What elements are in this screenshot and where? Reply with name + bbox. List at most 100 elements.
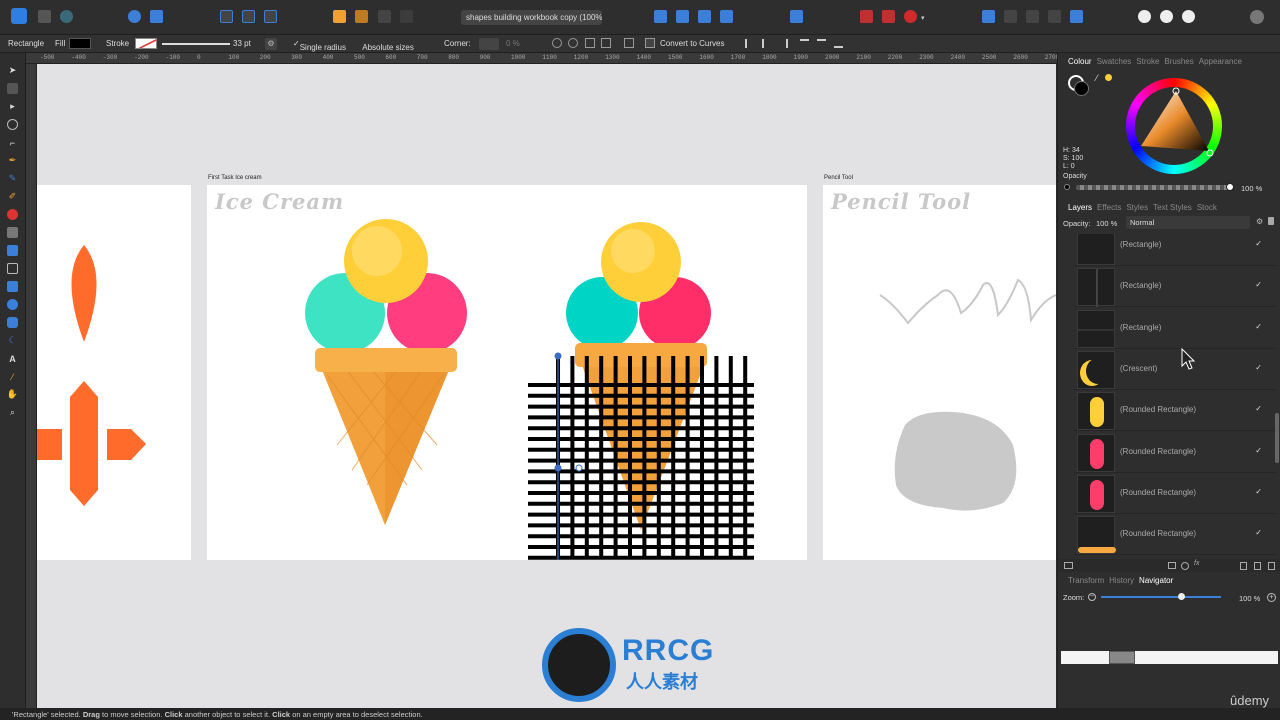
- align-options-icon[interactable]: [552, 38, 562, 48]
- transform-icon[interactable]: [264, 10, 277, 23]
- tab-text-styles[interactable]: Text Styles: [1153, 203, 1192, 212]
- add-layer-icon[interactable]: [1240, 562, 1247, 570]
- arrow-vertical-shape[interactable]: [70, 381, 98, 506]
- corner-value[interactable]: 0 %: [506, 39, 520, 48]
- adjustment-icon[interactable]: [1181, 562, 1189, 570]
- zoom-in-icon[interactable]: +: [1267, 593, 1276, 602]
- gray-blob[interactable]: [894, 411, 1017, 511]
- rect-options-icon[interactable]: [624, 38, 634, 48]
- bbox-icon[interactable]: [601, 38, 611, 48]
- canvas[interactable]: First Task Ice cream Ice Cream Pencil To…: [37, 64, 1056, 708]
- leaf-shape[interactable]: [71, 245, 97, 342]
- layer-visibility-checkbox[interactable]: ✓: [1255, 322, 1262, 331]
- hand-tool-icon[interactable]: ✋: [7, 389, 18, 400]
- arrow-left-shape[interactable]: [37, 429, 62, 460]
- boolean-divide-icon[interactable]: [1070, 10, 1083, 23]
- artboard-pencil[interactable]: Pencil Tool: [823, 185, 1056, 560]
- tab-appearance[interactable]: Appearance: [1199, 57, 1242, 66]
- opacity-slider[interactable]: [1076, 185, 1230, 190]
- blend-mode-dropdown[interactable]: Normal: [1126, 216, 1250, 229]
- layer-visibility-checkbox[interactable]: ✓: [1255, 446, 1262, 455]
- tab-navigator[interactable]: Navigator: [1139, 576, 1173, 585]
- single-radius-checkbox[interactable]: ✓ Single radius: [293, 39, 346, 52]
- align-top-icon[interactable]: [800, 39, 809, 48]
- zoom-value[interactable]: 100 %: [1239, 594, 1260, 603]
- zoom-tool-icon[interactable]: ⌕: [7, 407, 18, 418]
- mask-icon[interactable]: [1168, 562, 1176, 569]
- layer-settings-icon[interactable]: ⚙: [1256, 217, 1263, 226]
- node-tool-icon[interactable]: ▸: [7, 101, 18, 112]
- arrange-forward-icon[interactable]: [378, 10, 391, 23]
- layer-row[interactable]: (Rectangle) ✓: [1074, 308, 1276, 349]
- tab-effects[interactable]: Effects: [1097, 203, 1121, 212]
- layer-row[interactable]: (Rounded Rectangle) ✓: [1074, 432, 1276, 473]
- layer-visibility-checkbox[interactable]: ✓: [1255, 487, 1262, 496]
- layer-row[interactable]: (Rounded Rectangle) ✓: [1074, 473, 1276, 514]
- vector-brush-icon[interactable]: ✐: [7, 191, 18, 202]
- arrange-front-icon[interactable]: [333, 10, 346, 23]
- fx-icon[interactable]: fx: [1194, 560, 1199, 567]
- rectangle-tool-icon[interactable]: [7, 281, 18, 292]
- grid-icon[interactable]: [860, 10, 873, 23]
- zoom-slider-thumb[interactable]: [1178, 593, 1185, 600]
- pencil-tool-icon[interactable]: ✎: [7, 173, 18, 184]
- boolean-add-icon[interactable]: [982, 10, 995, 23]
- text-tool-icon[interactable]: A: [7, 353, 18, 364]
- ice-cream-1[interactable]: [305, 219, 467, 525]
- convert-to-curves-button[interactable]: Convert to Curves: [660, 39, 724, 48]
- layer-visibility-checkbox[interactable]: ✓: [1255, 528, 1262, 537]
- flip-vertical-icon[interactable]: [676, 10, 689, 23]
- stroke-settings-icon[interactable]: ⚙: [265, 38, 277, 50]
- opacity-value[interactable]: 100 %: [1241, 184, 1262, 193]
- stroke-width-slider[interactable]: [162, 43, 230, 45]
- place-image-icon[interactable]: [7, 245, 18, 256]
- assistant-icon[interactable]: [1138, 10, 1151, 23]
- tab-brushes[interactable]: Brushes: [1164, 57, 1193, 66]
- snapping-dropdown-icon[interactable]: ▾: [921, 14, 925, 22]
- fill-swatch[interactable]: [69, 38, 91, 49]
- app-logo-icon[interactable]: [11, 8, 27, 24]
- boolean-subtract-icon[interactable]: [1004, 10, 1017, 23]
- magnet-icon[interactable]: [904, 10, 917, 23]
- eyedropper-icon[interactable]: ⁄: [7, 371, 18, 382]
- ellipse-tool-icon[interactable]: [7, 299, 18, 310]
- color-picker-icon[interactable]: [1182, 10, 1195, 23]
- artboard-shapes[interactable]: [37, 185, 191, 560]
- navigator-tabs[interactable]: Transform History Navigator: [1068, 576, 1178, 585]
- delete-icon[interactable]: [1268, 562, 1275, 570]
- layer-row[interactable]: (Rectangle) ✓: [1074, 266, 1276, 308]
- help-icon[interactable]: [1160, 10, 1173, 23]
- fill-tool-icon[interactable]: [7, 209, 18, 220]
- point-transform-icon[interactable]: [7, 119, 18, 130]
- tab-transform[interactable]: Transform: [1068, 576, 1104, 585]
- tab-styles[interactable]: Styles: [1126, 203, 1148, 212]
- pencil-stroke[interactable]: [879, 278, 1056, 325]
- tab-stroke[interactable]: Stroke: [1136, 57, 1159, 66]
- lock-icon[interactable]: [1268, 217, 1274, 225]
- recent-colour-dot[interactable]: [1105, 74, 1112, 81]
- pen-tool-icon[interactable]: ✒: [7, 155, 18, 166]
- transparency-tool-icon[interactable]: [7, 227, 18, 238]
- pixel-persona-icon[interactable]: [38, 10, 51, 23]
- layer-visibility-checkbox[interactable]: ✓: [1255, 280, 1262, 289]
- crescent-tool-icon[interactable]: ☾: [7, 335, 18, 346]
- navigator-preview[interactable]: [1061, 651, 1278, 664]
- snap-options-icon[interactable]: [568, 38, 578, 48]
- move-tool-icon[interactable]: ➤: [7, 65, 18, 76]
- tab-colour[interactable]: Colour: [1068, 57, 1092, 66]
- layer-stack-icon[interactable]: [1064, 562, 1073, 569]
- rounded-rect-tool-icon[interactable]: [7, 317, 18, 328]
- corner-tool-icon[interactable]: ⌐: [7, 137, 18, 148]
- layer-row[interactable]: (Rectangle) ✓: [1074, 234, 1276, 266]
- eyedropper-icon[interactable]: ⁄: [1096, 73, 1098, 83]
- flip-horizontal-icon[interactable]: [654, 10, 667, 23]
- stroke-swatch[interactable]: [135, 38, 157, 49]
- artboard-ice-cream[interactable]: Ice Cream: [207, 185, 807, 560]
- opacity-slider-thumb[interactable]: [1226, 183, 1234, 191]
- tab-stock[interactable]: Stock: [1197, 203, 1217, 212]
- corner-type-dropdown[interactable]: [479, 38, 499, 50]
- align-icon[interactable]: [790, 10, 803, 23]
- rotate-left-icon[interactable]: [698, 10, 711, 23]
- guides-icon[interactable]: [882, 10, 895, 23]
- snapping-icon[interactable]: [242, 10, 255, 23]
